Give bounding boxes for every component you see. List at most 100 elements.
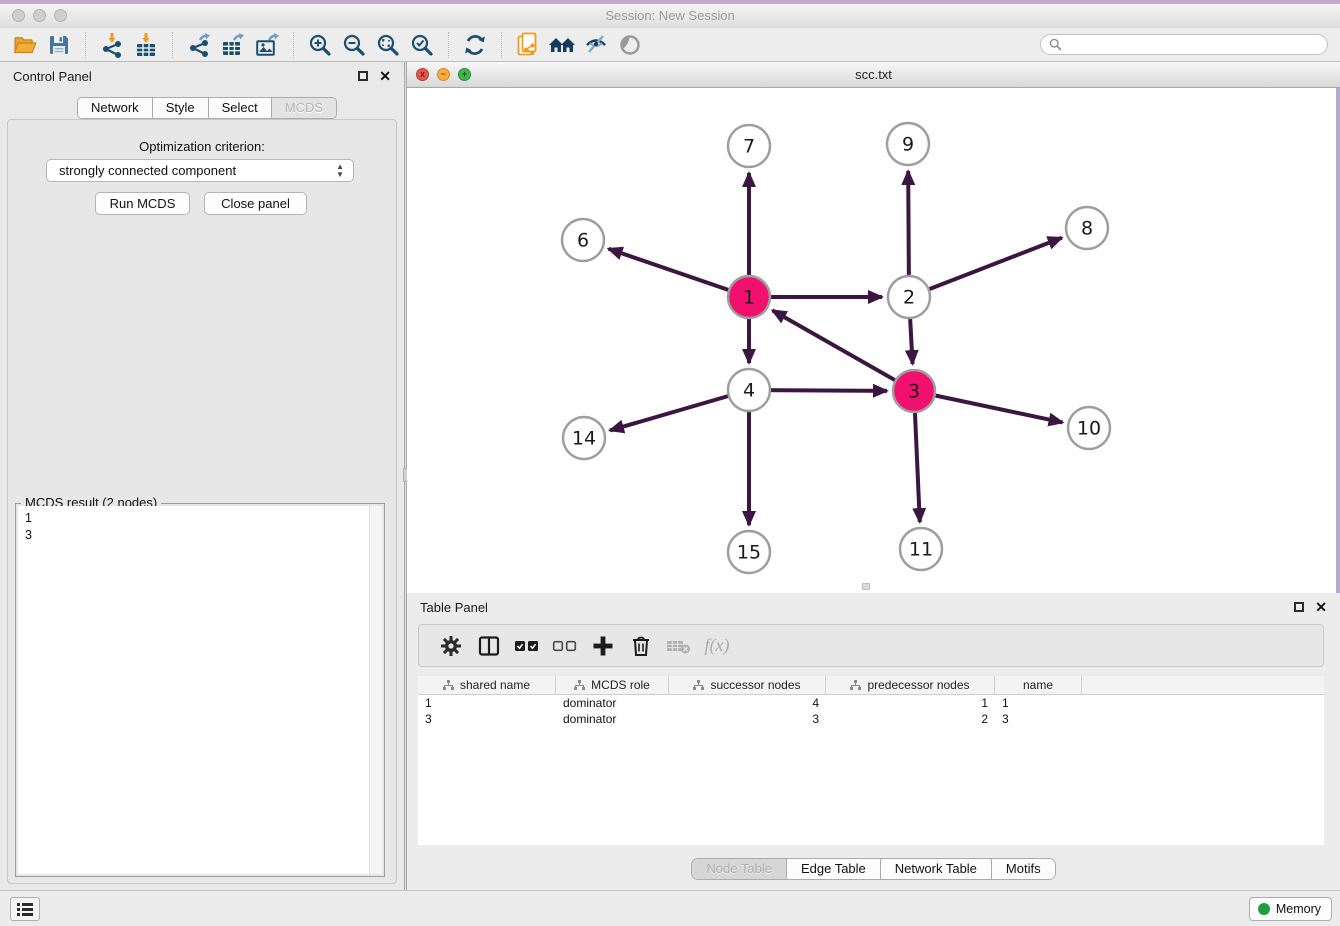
cell-successor-nodes[interactable]: 4	[669, 695, 826, 711]
result-scrollbar[interactable]	[369, 506, 382, 874]
split-columns-icon[interactable]	[470, 631, 508, 661]
graph-edge-2-8[interactable]	[909, 238, 1062, 297]
memory-button[interactable]: Memory	[1249, 897, 1332, 921]
graph-node-9[interactable]: 9	[887, 123, 929, 165]
run-mcds-button[interactable]: Run MCDS	[95, 192, 190, 215]
tab-network[interactable]: Network	[78, 98, 153, 118]
search-box[interactable]	[1040, 34, 1328, 55]
float-panel-icon[interactable]	[358, 71, 368, 81]
graph-edge-1-6[interactable]	[609, 249, 749, 297]
home-icon[interactable]	[545, 31, 579, 59]
tab-motifs[interactable]: Motifs	[992, 859, 1055, 879]
function-builder-icon-disabled: f(x)	[698, 631, 736, 661]
column-header-predecessor-nodes[interactable]: predecessor nodes	[826, 676, 995, 694]
toolbar-separator	[172, 32, 173, 58]
cell-name[interactable]: 1	[995, 695, 1082, 711]
minimize-window-button[interactable]	[33, 9, 46, 22]
graph-edge-3-10[interactable]	[914, 391, 1063, 422]
mcds-tab-content: Optimization criterion: strongly connect…	[7, 119, 397, 884]
column-header-name[interactable]: name	[995, 676, 1082, 694]
table-tabs-bar: Node Table Edge Table Network Table Moti…	[407, 858, 1340, 880]
tab-style[interactable]: Style	[153, 98, 209, 118]
node-table: shared name MCDS role successor nodes pr…	[418, 676, 1324, 845]
toolbar-separator	[85, 32, 86, 58]
network-maximize-button[interactable]: +	[458, 68, 471, 81]
delete-columns-icon[interactable]	[622, 631, 660, 661]
save-session-icon[interactable]	[42, 31, 76, 59]
column-header-shared-name[interactable]: shared name	[418, 676, 556, 694]
network-canvas[interactable]: 7 9 6 8 1 2 4 3 14 10 15 11	[407, 88, 1336, 593]
graph-node-7[interactable]: 7	[728, 125, 770, 167]
export-image-icon[interactable]	[250, 31, 284, 59]
import-network-icon[interactable]	[95, 31, 129, 59]
graph-node-10[interactable]: 10	[1068, 407, 1110, 449]
criterion-selected-value: strongly connected component	[59, 163, 236, 178]
graph-node-4[interactable]: 4	[728, 369, 770, 411]
graph-edge-3-1[interactable]	[772, 310, 914, 391]
close-window-button[interactable]	[12, 9, 25, 22]
cell-shared-name[interactable]: 3	[418, 711, 556, 727]
close-table-panel-icon[interactable]: ✕	[1315, 602, 1327, 612]
tab-network-table[interactable]: Network Table	[881, 859, 992, 879]
table-row[interactable]: 1 dominator 4 1 1	[418, 695, 1324, 711]
control-panel: Control Panel ✕ Network Style Select MCD…	[0, 62, 404, 890]
main-toolbar	[0, 28, 1340, 62]
show-graphics-details-icon[interactable]	[613, 31, 647, 59]
zoom-out-icon[interactable]	[337, 31, 371, 59]
table-header-row: shared name MCDS role successor nodes pr…	[418, 676, 1324, 695]
select-all-columns-icon[interactable]	[508, 631, 546, 661]
column-type-icon	[443, 680, 454, 691]
tab-select[interactable]: Select	[209, 98, 272, 118]
cell-predecessor-nodes[interactable]: 1	[826, 695, 995, 711]
graph-node-1[interactable]: 1	[728, 276, 770, 318]
graph-node-15[interactable]: 15	[728, 531, 770, 573]
deselect-all-columns-icon[interactable]	[546, 631, 584, 661]
cell-successor-nodes[interactable]: 3	[669, 711, 826, 727]
canvas-resize-handle[interactable]	[862, 583, 870, 590]
cell-predecessor-nodes[interactable]: 2	[826, 711, 995, 727]
import-table-icon[interactable]	[129, 31, 163, 59]
network-from-document-icon[interactable]	[511, 31, 545, 59]
zoom-fit-icon[interactable]	[371, 31, 405, 59]
float-table-panel-icon[interactable]	[1294, 602, 1304, 612]
application-window: Session: New Session	[0, 0, 1340, 926]
column-header-mcds-role[interactable]: MCDS role	[556, 676, 669, 694]
graph-node-2[interactable]: 2	[888, 276, 930, 318]
graph-node-14[interactable]: 14	[563, 417, 605, 459]
search-input[interactable]	[1062, 38, 1319, 52]
zoom-selected-icon[interactable]	[405, 31, 439, 59]
tab-node-table[interactable]: Node Table	[692, 859, 787, 879]
network-close-button[interactable]: x	[416, 68, 429, 81]
table-row[interactable]: 3 dominator 3 2 3	[418, 711, 1324, 727]
zoom-in-icon[interactable]	[303, 31, 337, 59]
cell-shared-name[interactable]: 1	[418, 695, 556, 711]
hide-graphics-details-icon[interactable]	[579, 31, 613, 59]
column-header-successor-nodes[interactable]: successor nodes	[669, 676, 826, 694]
mcds-result-area[interactable]: 1 3	[18, 506, 382, 874]
criterion-select[interactable]: strongly connected component ▲▼	[46, 159, 354, 182]
graph-node-8[interactable]: 8	[1066, 207, 1108, 249]
titlebar[interactable]: Session: New Session	[0, 4, 1340, 28]
maximize-window-button[interactable]	[54, 9, 67, 22]
cell-mcds-role[interactable]: dominator	[556, 695, 669, 711]
close-panel-button[interactable]: Close panel	[204, 192, 307, 215]
graph-node-3[interactable]: 3	[893, 370, 935, 412]
graph-node-6[interactable]: 6	[562, 219, 604, 261]
cell-mcds-role[interactable]: dominator	[556, 711, 669, 727]
refresh-icon[interactable]	[458, 31, 492, 59]
cell-name[interactable]: 3	[995, 711, 1082, 727]
tab-mcds[interactable]: MCDS	[272, 98, 336, 118]
mcds-result-box: MCDS result (2 nodes) 1 3	[15, 503, 385, 877]
tab-edge-table[interactable]: Edge Table	[787, 859, 881, 879]
export-network-icon[interactable]	[182, 31, 216, 59]
table-settings-icon[interactable]	[432, 631, 470, 661]
list-icon	[17, 903, 33, 916]
network-minimize-button[interactable]: −	[437, 68, 450, 81]
task-history-button[interactable]	[10, 897, 40, 921]
export-table-icon[interactable]	[216, 31, 250, 59]
close-panel-icon[interactable]: ✕	[379, 71, 391, 81]
open-session-icon[interactable]	[8, 31, 42, 59]
graph-node-11[interactable]: 11	[900, 528, 942, 570]
network-window-titlebar[interactable]: x − + scc.txt	[407, 62, 1340, 88]
create-column-icon[interactable]	[584, 631, 622, 661]
